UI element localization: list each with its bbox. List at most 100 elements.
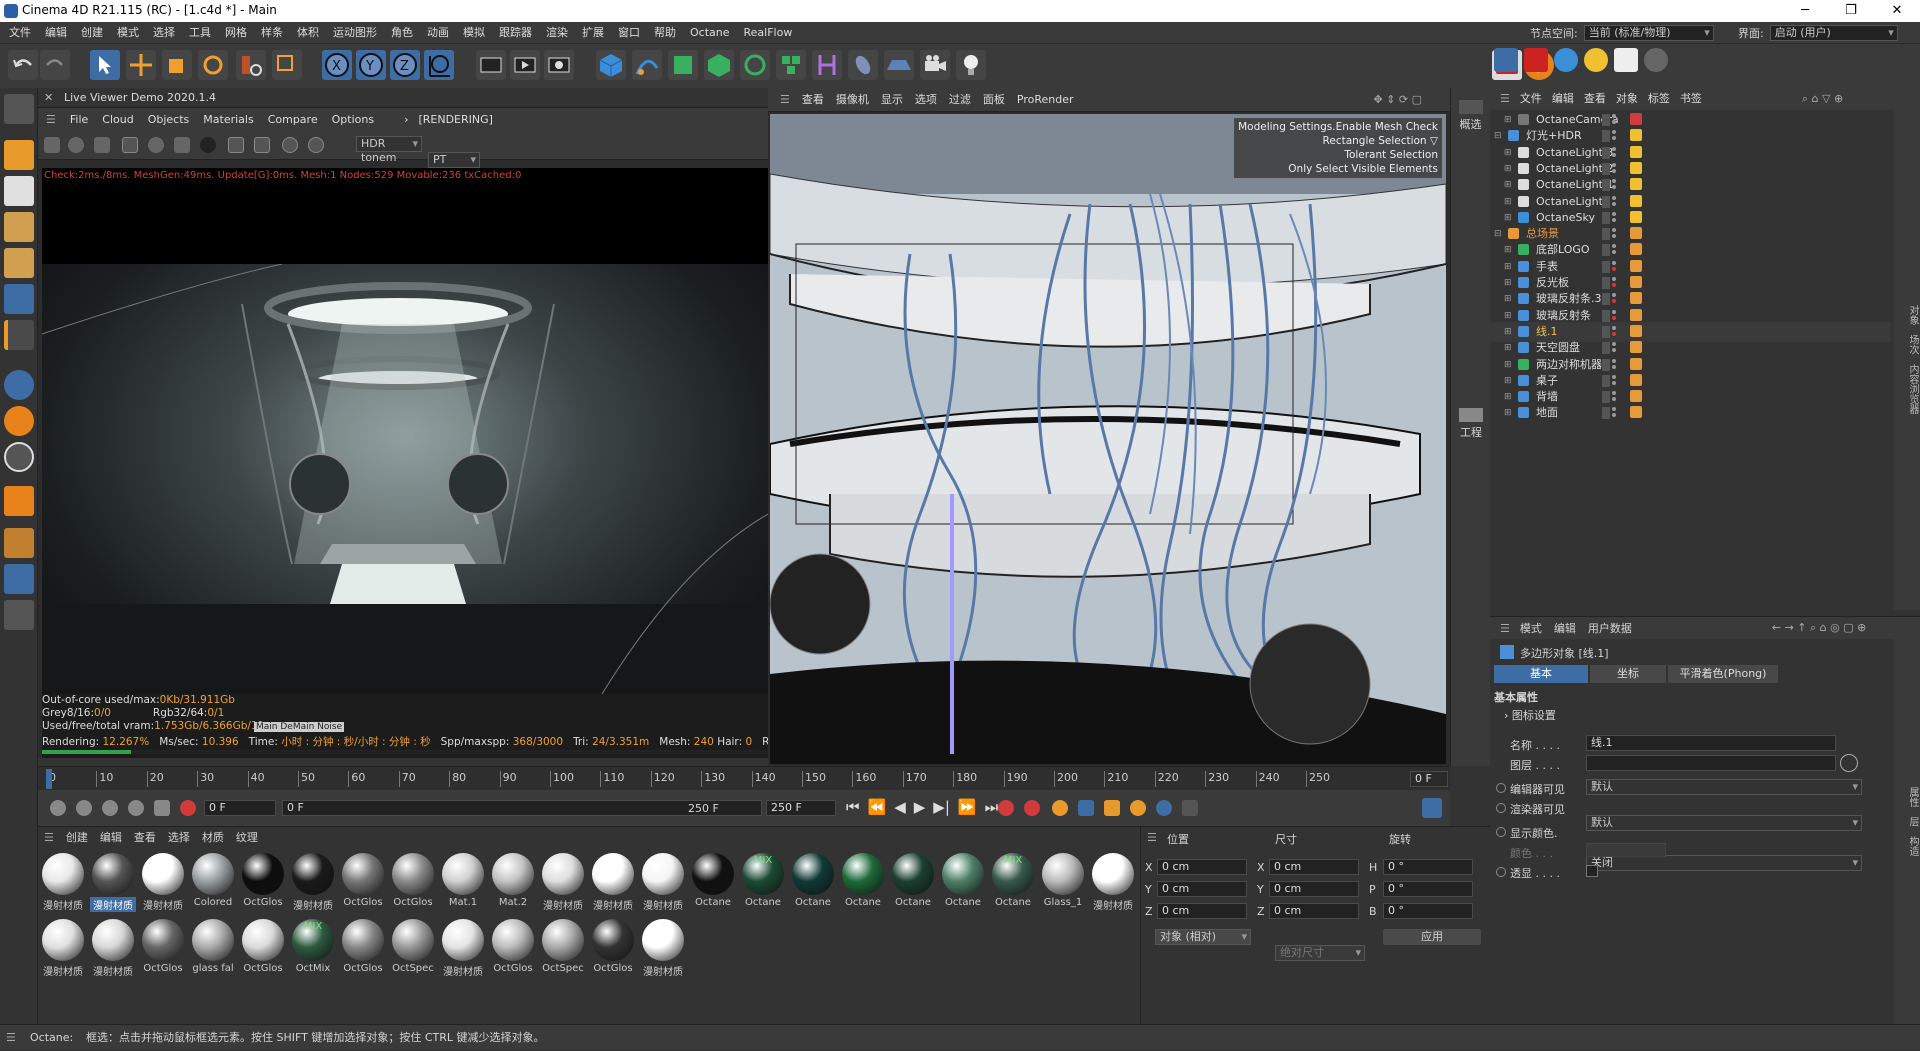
render-visibility-dot[interactable] [1612, 266, 1616, 271]
lv-settings-icon[interactable] [148, 137, 164, 153]
render-vis-anim-icon[interactable] [1496, 803, 1506, 813]
clay-mode-icon[interactable] [200, 137, 216, 153]
render-visibility-dot[interactable] [1612, 413, 1616, 418]
obj-menu-view[interactable]: 查看 [1584, 88, 1606, 110]
visibility-dots-icon[interactable] [1602, 195, 1610, 208]
tab-coord[interactable]: 坐标 [1590, 665, 1666, 683]
editor-visibility-dot[interactable] [1612, 130, 1616, 135]
menu-item[interactable]: 工具 [182, 22, 218, 44]
world-coordinates-icon[interactable] [424, 50, 454, 80]
visibility-dots-icon[interactable] [1602, 228, 1610, 241]
mat-menu-edit[interactable]: 编辑 [100, 829, 122, 845]
tag-icon[interactable] [1630, 113, 1642, 125]
tag-icon[interactable] [1630, 161, 1642, 174]
x-axis-lock-icon[interactable]: X [322, 50, 352, 80]
layer-field[interactable] [1586, 755, 1836, 771]
effector-icon[interactable] [812, 50, 842, 80]
x-size-field[interactable]: 0 cm [1269, 859, 1359, 875]
side-bottom-label[interactable]: 工程 [1451, 424, 1491, 440]
prev-key-icon[interactable]: ⏪ [868, 798, 887, 816]
editor-visibility-dot[interactable] [1612, 325, 1616, 330]
snap-icon[interactable] [4, 370, 34, 400]
floor-icon[interactable] [884, 50, 914, 80]
editor-visibility-dot[interactable] [1612, 277, 1616, 281]
visibility-dots-icon[interactable] [1602, 358, 1610, 371]
editor-visibility-dot[interactable] [1612, 244, 1616, 249]
menu-item[interactable]: 文件 [2, 22, 38, 44]
menu-item[interactable]: 编辑 [38, 22, 74, 44]
viewport-nav-icons[interactable]: ✥ ⇕ ⟳ ▢ [1374, 88, 1423, 112]
attr-menu-mode[interactable]: 模式 [1520, 620, 1542, 636]
record-active-icon[interactable] [998, 800, 1014, 816]
xray-anim-icon[interactable] [1496, 867, 1506, 877]
subdivision-surface-icon[interactable] [668, 50, 698, 80]
render-visibility-dot[interactable] [1612, 152, 1616, 157]
side-tab-layers[interactable]: 层 [1907, 817, 1918, 827]
render-visibility-dot[interactable] [1612, 283, 1616, 287]
visibility-dots-icon[interactable] [1602, 407, 1610, 420]
material-swatch[interactable]: Octane [890, 851, 936, 911]
visibility-dots-icon[interactable] [1602, 179, 1610, 192]
tag-icon[interactable] [1630, 210, 1642, 223]
playhead[interactable] [46, 769, 52, 789]
expand-toggle-icon[interactable]: ⊞ [1504, 403, 1512, 423]
menu-item[interactable]: Octane [683, 22, 737, 44]
obj-menu-tags[interactable]: 标签 [1648, 88, 1670, 110]
menu-item[interactable]: 创建 [74, 22, 110, 44]
editor-visibility-dot[interactable] [1612, 146, 1616, 151]
menu-item[interactable]: 扩展 [575, 22, 611, 44]
tag-icon[interactable] [1630, 373, 1642, 386]
key-move-icon[interactable] [1078, 800, 1094, 816]
camera-icon[interactable] [920, 50, 950, 80]
icon-settings-toggle[interactable]: › 图标设置 [1504, 707, 1556, 723]
play-icon[interactable]: ▶ [914, 798, 926, 816]
timeline-layout-icon[interactable] [1422, 798, 1442, 818]
material-swatch[interactable]: Colored [190, 851, 236, 911]
autokeying-icon[interactable] [1024, 800, 1040, 816]
material-swatch[interactable]: OctGlos [340, 917, 386, 977]
node-space-select[interactable]: 当前 (标准/物理) [1583, 25, 1714, 41]
mograph-cloner-icon[interactable] [740, 50, 770, 80]
b-rotation-field[interactable]: 0 ° [1383, 903, 1473, 919]
menu-item[interactable]: 动画 [420, 22, 456, 44]
editor-vis-select[interactable]: 默认 [1586, 779, 1862, 795]
key-scale-icon[interactable] [1104, 800, 1120, 816]
workplane-icon[interactable] [4, 528, 34, 558]
object-search-icon[interactable]: ⌕ ⌂ ▽ ⊕ [1802, 88, 1843, 110]
rotate-tool-icon[interactable] [198, 50, 228, 80]
vp-menu-filter[interactable]: 过滤 [949, 88, 971, 112]
attr-menu-userdata[interactable]: 用户数据 [1588, 620, 1632, 636]
render-visibility-dot[interactable] [1612, 234, 1616, 239]
tag-icon[interactable] [1630, 308, 1642, 321]
focus-picker-icon[interactable] [282, 137, 298, 153]
h-rotation-field[interactable]: 0 ° [1383, 859, 1473, 875]
vp-menu-panel[interactable]: 面板 [983, 88, 1005, 112]
next-frame-icon[interactable]: ▶| [933, 798, 950, 816]
render-visibility-dot[interactable] [1612, 136, 1616, 141]
lv-menu-options[interactable]: Options [332, 113, 374, 126]
region-render-icon[interactable] [122, 137, 138, 153]
polygons-mode-icon[interactable] [4, 284, 34, 314]
render-visibility-dot[interactable] [1612, 315, 1616, 320]
display-color-anim-icon[interactable] [1496, 827, 1506, 837]
visibility-dots-icon[interactable] [1602, 162, 1610, 175]
grid-snap-icon[interactable] [4, 564, 34, 594]
menu-item[interactable]: 样条 [254, 22, 290, 44]
kernel-select[interactable]: PT [428, 152, 480, 168]
restart-render-icon[interactable] [68, 137, 84, 153]
material-swatch[interactable]: OctGlos [340, 851, 386, 911]
lv-menu-objects[interactable]: Objects [148, 113, 190, 126]
move-tool-icon[interactable] [126, 50, 156, 80]
tag-icon[interactable] [1630, 341, 1642, 354]
material-swatch[interactable]: OctGlos [390, 851, 436, 911]
visibility-dots-icon[interactable] [1602, 277, 1610, 289]
object-row[interactable]: ⊞ 地面 [1490, 403, 1890, 423]
octane-area-light-icon[interactable] [1614, 48, 1638, 72]
coord-mode-select[interactable]: 对象 (相对) [1155, 929, 1251, 945]
hamburger-icon[interactable]: ☰ [46, 113, 56, 126]
send-scene-icon[interactable] [44, 137, 60, 153]
key-pla-icon[interactable] [1182, 800, 1198, 816]
current-frame-field[interactable]: 0 F [1410, 771, 1448, 787]
make-editable-icon[interactable] [4, 94, 34, 124]
visibility-dots-icon[interactable] [1602, 211, 1610, 224]
